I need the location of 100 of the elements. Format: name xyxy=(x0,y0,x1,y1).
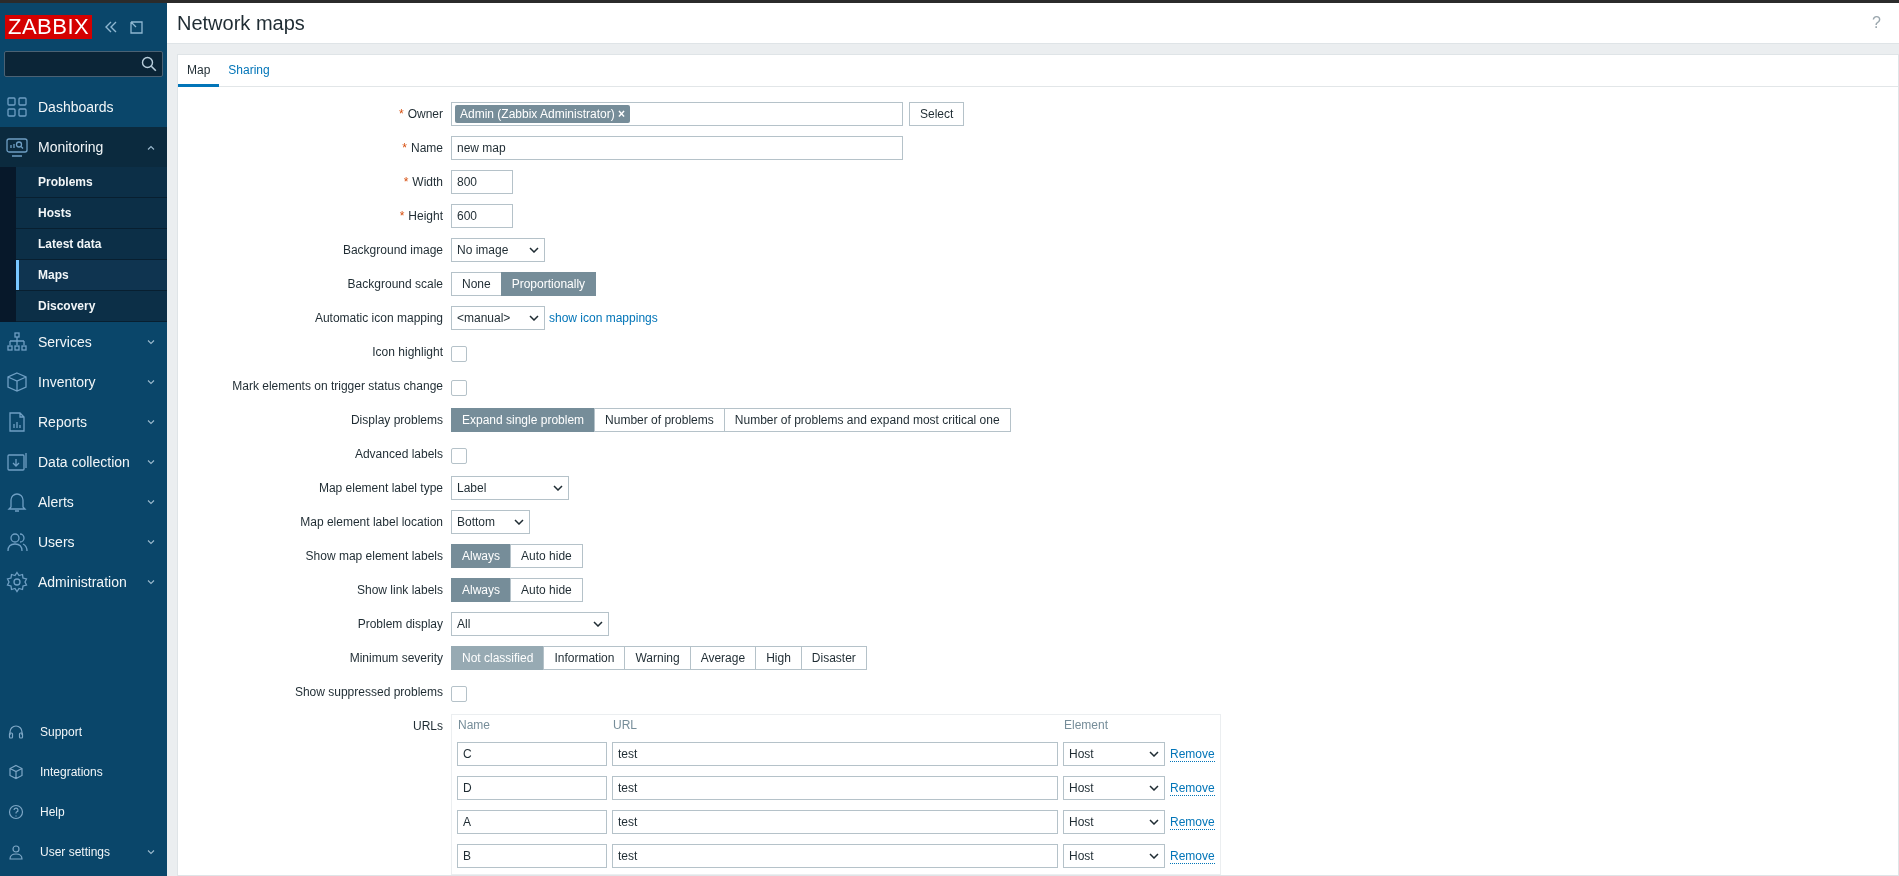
dropdown[interactable]: Host xyxy=(1063,742,1165,766)
chevron-down-icon xyxy=(529,315,539,321)
checkbox[interactable] xyxy=(451,346,467,362)
segment-option[interactable]: Disaster xyxy=(800,646,867,670)
menu-icon xyxy=(6,411,28,433)
submenu-item[interactable]: Discovery xyxy=(16,291,167,322)
column-header: Name xyxy=(457,718,491,732)
segment-option[interactable]: Auto hide xyxy=(510,544,583,568)
field-label: Width xyxy=(412,175,443,189)
link[interactable]: show icon mappings xyxy=(549,311,658,325)
logo[interactable]: ZABBIX xyxy=(5,15,93,39)
url-field[interactable]: test xyxy=(612,844,1058,868)
submenu-item[interactable]: Problems xyxy=(16,167,167,198)
menu-item[interactable]: Reports xyxy=(0,402,167,442)
field-label: Show suppressed problems xyxy=(294,685,443,699)
dropdown[interactable]: Bottom xyxy=(451,510,530,534)
search-icon[interactable] xyxy=(141,56,157,72)
segment-option[interactable]: Warning xyxy=(624,646,691,670)
field-label: Height xyxy=(408,209,443,223)
submenu-item[interactable]: Latest data xyxy=(16,229,167,260)
menu-item[interactable]: Dashboards xyxy=(0,87,167,127)
owner-tag: Admin (Zabbix Administrator) × xyxy=(455,105,631,123)
required-mark: * xyxy=(402,141,407,155)
menu-item[interactable]: Integrations xyxy=(0,752,167,792)
menu-item[interactable]: Users xyxy=(0,522,167,562)
chevron-down-icon xyxy=(514,519,524,525)
page-title: Network maps xyxy=(177,11,305,35)
remove-link[interactable]: Remove xyxy=(1170,780,1215,796)
checkbox[interactable] xyxy=(451,380,467,396)
segment-option[interactable]: Number of problems xyxy=(594,408,725,432)
field-label: Mark elements on trigger status change xyxy=(232,379,443,393)
field-label: Icon highlight xyxy=(372,345,443,359)
menu-item[interactable]: Alerts xyxy=(0,482,167,522)
column-header: Element xyxy=(1063,718,1110,732)
dropdown[interactable]: <manual> xyxy=(451,306,545,330)
chevron-down-icon xyxy=(1149,751,1159,757)
field-label: Display problems xyxy=(350,413,443,427)
menu-item[interactable]: Monitoring xyxy=(0,127,167,167)
dropdown[interactable]: Host xyxy=(1063,844,1165,868)
dropdown[interactable]: Label xyxy=(451,476,569,500)
menu-icon xyxy=(6,491,28,513)
url-name-field[interactable]: A xyxy=(457,810,607,834)
collapse-icon[interactable] xyxy=(104,21,119,33)
segment-option[interactable]: None xyxy=(451,272,502,296)
url-field[interactable]: test xyxy=(612,742,1058,766)
checkbox[interactable] xyxy=(451,448,467,464)
remove-link[interactable]: Remove xyxy=(1170,746,1215,762)
expand-icon[interactable] xyxy=(130,20,144,34)
segment-option[interactable]: Average xyxy=(689,646,757,670)
search-field[interactable] xyxy=(4,51,163,77)
segment-option[interactable]: High xyxy=(755,646,802,670)
submenu-item[interactable]: Hosts xyxy=(16,198,167,229)
menu-item[interactable]: Services xyxy=(0,322,167,362)
url-name-field[interactable]: C xyxy=(457,742,607,766)
menu-item[interactable]: Administration xyxy=(0,562,167,602)
chevron-down-icon xyxy=(529,247,539,253)
field-label: Minimum severity xyxy=(349,651,443,665)
url-field[interactable]: test xyxy=(612,810,1058,834)
menu-icon xyxy=(6,371,28,393)
menu-item[interactable]: Help xyxy=(0,792,167,832)
chevron-down-icon xyxy=(1149,785,1159,791)
text-field[interactable]: 800 xyxy=(451,170,513,194)
select-button[interactable]: Select xyxy=(909,102,965,126)
field-label: Advanced labels xyxy=(354,447,443,461)
field-label: Background scale xyxy=(347,277,443,291)
tab[interactable]: Map xyxy=(178,55,220,87)
menu-icon xyxy=(8,764,24,780)
field-label: Owner xyxy=(407,107,443,121)
menu-icon xyxy=(6,451,28,473)
field-label: Show map element labels xyxy=(305,549,443,563)
menu-item[interactable]: Support xyxy=(0,712,167,752)
submenu-item[interactable]: Maps xyxy=(16,260,167,291)
text-field[interactable]: new map xyxy=(451,136,903,160)
checkbox[interactable] xyxy=(451,686,467,702)
field-label: URLs xyxy=(413,719,443,733)
segment-option[interactable]: Number of problems and expand most critical one xyxy=(723,408,1011,432)
menu-icon xyxy=(8,804,24,820)
segment-option[interactable]: Auto hide xyxy=(510,578,583,602)
url-name-field[interactable]: B xyxy=(457,844,607,868)
menu-item[interactable]: Data collection xyxy=(0,442,167,482)
dropdown[interactable]: Host xyxy=(1063,810,1165,834)
menu-icon xyxy=(8,844,24,860)
segment-option[interactable]: Information xyxy=(543,646,626,670)
dropdown[interactable]: All xyxy=(451,612,609,636)
chevron-down-icon xyxy=(1149,819,1159,825)
menu-icon xyxy=(6,136,28,158)
chevron-down-icon xyxy=(1149,853,1159,859)
remove-link[interactable]: Remove xyxy=(1170,848,1215,864)
tab[interactable]: Sharing xyxy=(219,55,279,87)
text-field[interactable]: 600 xyxy=(451,204,513,228)
remove-link[interactable]: Remove xyxy=(1170,814,1215,830)
dropdown[interactable]: Host xyxy=(1063,776,1165,800)
menu-icon xyxy=(6,571,28,593)
dropdown[interactable]: No image xyxy=(451,238,545,262)
url-name-field[interactable]: D xyxy=(457,776,607,800)
url-field[interactable]: test xyxy=(612,776,1058,800)
menu-item[interactable]: User settings xyxy=(0,832,167,872)
field-label: Map element label location xyxy=(300,515,443,529)
required-mark: * xyxy=(403,175,409,189)
menu-item[interactable]: Inventory xyxy=(0,362,167,402)
